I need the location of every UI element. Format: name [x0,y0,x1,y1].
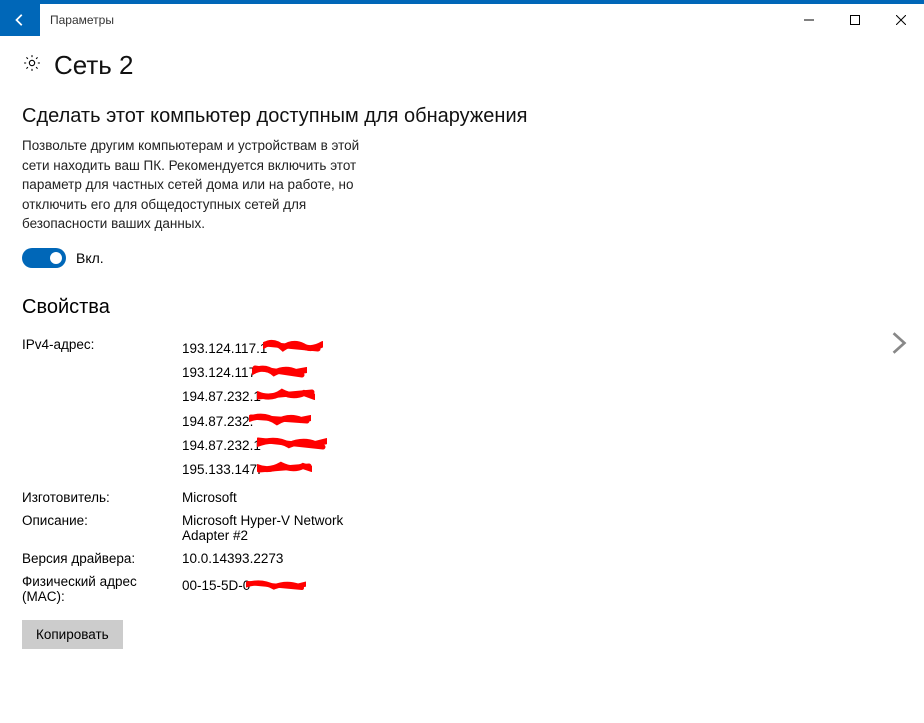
redaction-mark [249,410,311,434]
redaction-mark [246,575,306,599]
prop-label-description: Описание: [22,509,182,547]
toggle-knob [50,252,62,264]
prop-value-ipv4: 193.124.117.1 193.124.117 194.87.232.1 1… [182,333,392,487]
window-title: Параметры [50,13,114,27]
redaction-mark [263,337,323,361]
prop-label-mac: Физический адрес (MAC): [22,570,182,608]
copy-button[interactable]: Копировать [22,620,123,649]
prop-label-ipv4: IPv4-адрес: [22,333,182,487]
maximize-icon [850,15,860,25]
mac-partial: 00-15-5D-0 [182,578,250,593]
next-arrow-button[interactable] [886,330,912,361]
back-button[interactable] [0,4,40,36]
toggle-state-label: Вкл. [76,250,104,266]
discoverable-heading: Сделать этот компьютер доступным для обн… [22,105,902,128]
close-icon [896,15,906,25]
ip-partial: 193.124.117 [182,365,256,380]
redaction-mark [257,459,312,483]
ip-partial: 193.124.117.1 [182,341,267,356]
prop-value-driver: 10.0.14393.2273 [182,547,392,570]
minimize-button[interactable] [786,4,832,36]
discoverable-description: Позвольте другим компьютерам и устройств… [22,136,382,234]
discoverable-toggle[interactable] [22,248,66,268]
minimize-icon [804,15,814,25]
properties-heading: Свойства [22,296,902,319]
gear-icon [22,53,42,78]
close-button[interactable] [878,4,924,36]
redaction-mark [252,362,307,386]
redaction-mark [257,434,327,458]
chevron-right-icon [886,330,912,356]
properties-table: IPv4-адрес: 193.124.117.1 193.124.117 19… [22,333,392,609]
page-title: Сеть 2 [54,50,134,81]
ip-partial: 194.87.232. [182,414,253,429]
prop-label-driver: Версия драйвера: [22,547,182,570]
ip-partial: 194.87.232.1 [182,389,261,404]
prop-value-mac: 00-15-5D-0 [182,570,392,608]
ip-partial: 195.133.147. [182,462,261,477]
maximize-button[interactable] [832,4,878,36]
title-bar: Параметры [0,4,924,36]
ip-partial: 194.87.232.1 [182,438,261,453]
arrow-left-icon [13,13,27,27]
prop-value-description: Microsoft Hyper-V Network Adapter #2 [182,509,392,547]
prop-label-manufacturer: Изготовитель: [22,486,182,509]
prop-value-manufacturer: Microsoft [182,486,392,509]
redaction-mark [257,386,315,410]
